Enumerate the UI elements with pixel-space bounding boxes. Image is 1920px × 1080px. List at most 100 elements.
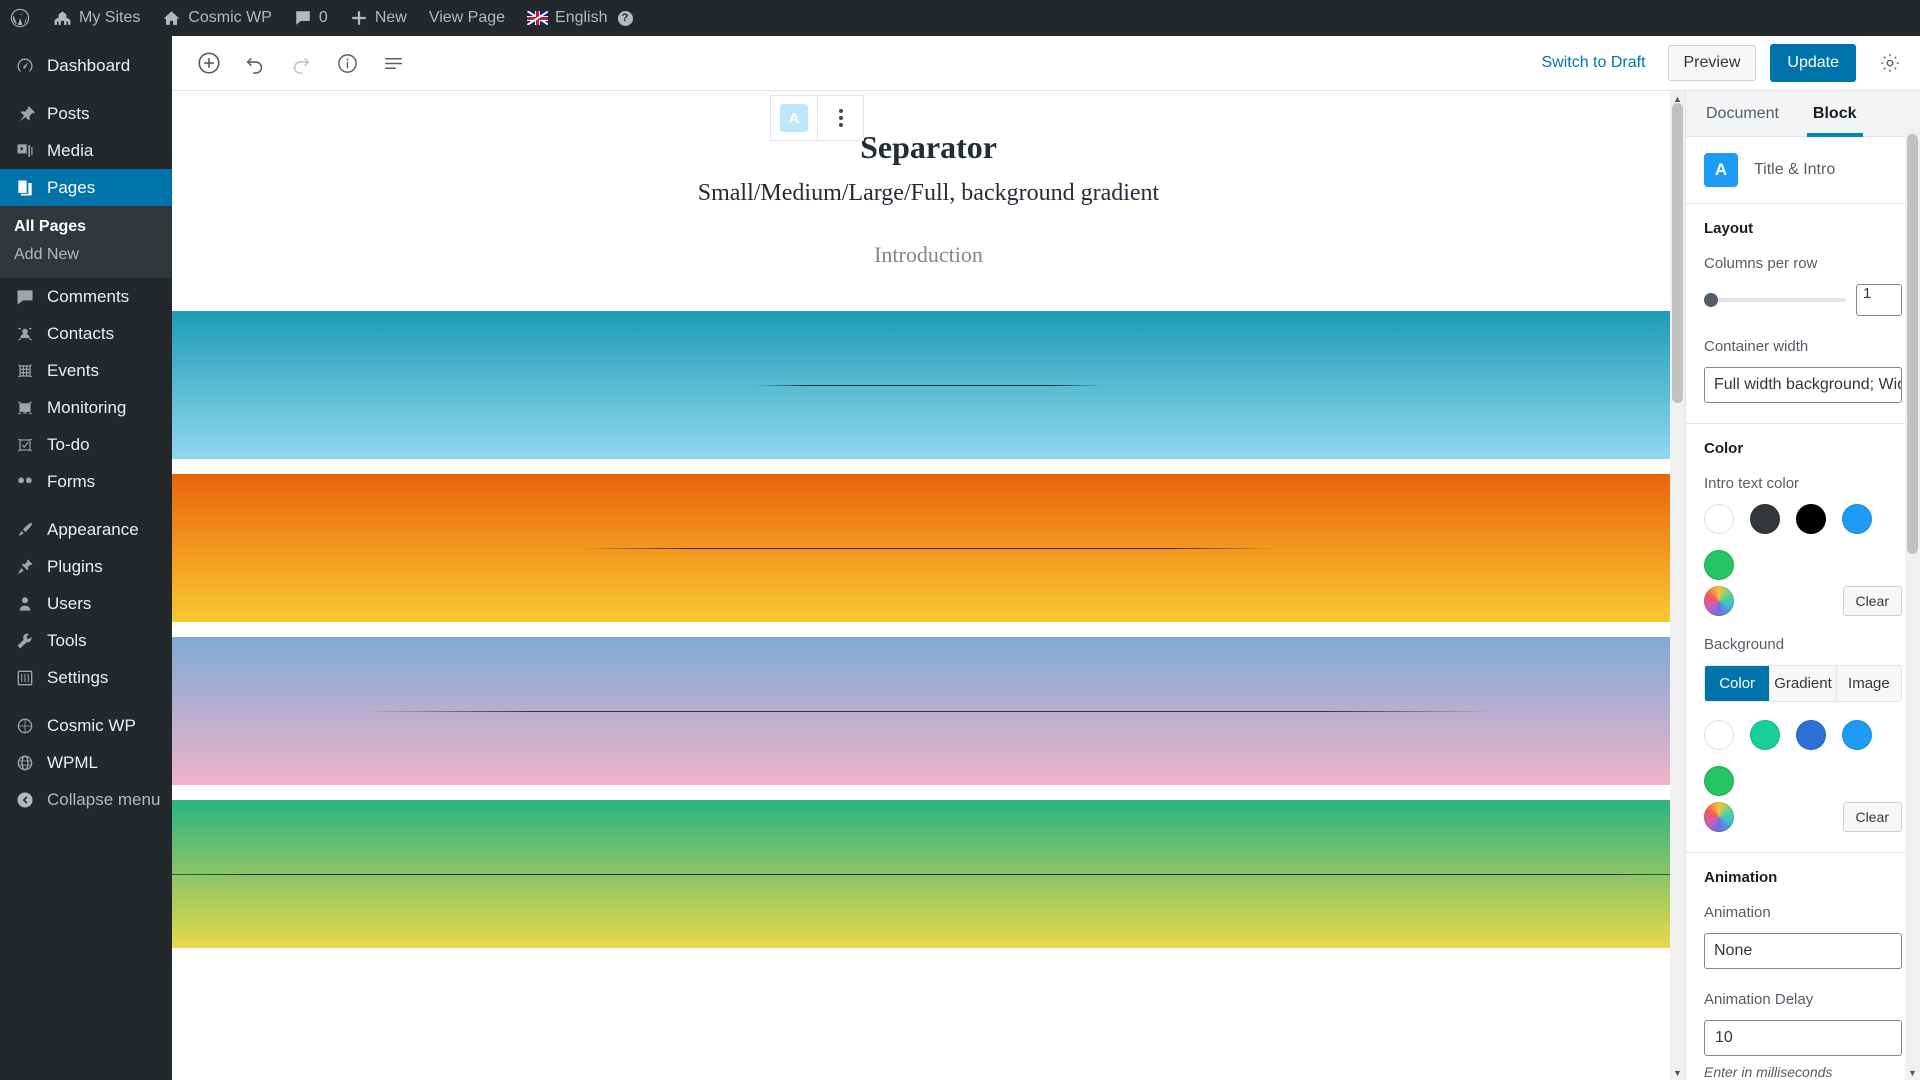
page-subtitle[interactable]: Small/Medium/Large/Full, background grad… — [172, 178, 1685, 209]
separator-block-medium[interactable] — [172, 474, 1685, 623]
settings-scrollbar[interactable]: ▲ ▼ — [1905, 128, 1920, 1080]
sidebar-item-tools[interactable]: Tools — [0, 622, 172, 659]
intro-color-swatch-0[interactable] — [1704, 504, 1734, 534]
bg-tab-image[interactable]: Image — [1836, 666, 1901, 701]
columns-per-row-control[interactable]: 1 — [1704, 284, 1902, 316]
panel-scroll-down-arrow-icon[interactable]: ▼ — [1905, 1065, 1920, 1080]
intro-clear-color-button[interactable]: Clear — [1842, 586, 1902, 616]
sidebar-label: Monitoring — [47, 397, 127, 417]
site-name-menu[interactable]: Cosmic WP — [151, 0, 283, 36]
switch-to-draft-link[interactable]: Switch to Draft — [1533, 48, 1653, 78]
settings-scrollbar-thumb[interactable] — [1907, 134, 1918, 554]
add-block-button[interactable] — [186, 40, 232, 86]
appearance-brush-icon — [14, 519, 36, 541]
help-icon[interactable]: ? — [617, 10, 633, 26]
redo-button[interactable] — [278, 40, 324, 86]
view-page-menu[interactable]: View Page — [418, 0, 516, 36]
media-icon — [14, 140, 36, 162]
canvas-scrollbar-thumb[interactable] — [1672, 103, 1683, 403]
tab-document[interactable]: Document — [1700, 91, 1785, 136]
settings-tabs: Document Block — [1686, 91, 1920, 137]
sidebar-item-contacts[interactable]: Contacts — [0, 315, 172, 352]
intro-color-swatch-4[interactable] — [1704, 550, 1734, 580]
background-color-swatch-2[interactable] — [1796, 720, 1826, 750]
animation-delay-input[interactable]: 10 — [1704, 1020, 1902, 1056]
sidebar-item-posts[interactable]: Posts — [0, 95, 172, 132]
sidebar-item-users[interactable]: Users — [0, 585, 172, 622]
preview-button[interactable]: Preview — [1667, 45, 1757, 81]
scroll-down-arrow-icon[interactable]: ▼ — [1670, 1065, 1685, 1080]
sidebar-item-comments[interactable]: Comments — [0, 278, 172, 315]
tab-block[interactable]: Block — [1806, 91, 1863, 137]
language-menu[interactable]: English ? — [516, 0, 643, 36]
block-type-button[interactable]: A — [771, 96, 817, 140]
new-label: New — [374, 9, 407, 26]
separator-line — [754, 384, 1050, 386]
columns-number-input[interactable]: 1 — [1856, 284, 1902, 316]
todo-icon — [14, 434, 36, 456]
undo-button[interactable] — [232, 40, 278, 86]
block-more-options-button[interactable] — [817, 96, 863, 140]
intro-color-swatch-2[interactable] — [1796, 504, 1826, 534]
sidebar-label: Pages — [47, 177, 96, 197]
background-custom-color-picker[interactable] — [1704, 802, 1734, 832]
submenu-item-all-pages[interactable]: All Pages — [0, 213, 172, 241]
dashboard-icon — [14, 55, 36, 77]
background-color-swatch-4[interactable] — [1704, 766, 1734, 796]
block-navigation-button[interactable] — [370, 40, 416, 86]
sidebar-item-media[interactable]: Media — [0, 132, 172, 169]
comments-bubble-menu[interactable]: 0 — [283, 0, 339, 36]
page-intro[interactable]: Introduction — [172, 242, 1685, 268]
sidebar-item-settings[interactable]: Settings — [0, 659, 172, 696]
sites-icon — [53, 9, 72, 28]
bg-tab-gradient[interactable]: Gradient — [1770, 666, 1837, 701]
sidebar-item-todo[interactable]: To-do — [0, 426, 172, 463]
sidebar-item-events[interactable]: Events — [0, 352, 172, 389]
separator-block-large[interactable] — [172, 637, 1685, 786]
page-title[interactable]: Separator — [172, 127, 1685, 167]
background-color-swatch-1[interactable] — [1750, 720, 1780, 750]
sidebar-item-plugins[interactable]: Plugins — [0, 548, 172, 585]
submenu-item-add-new[interactable]: Add New — [0, 241, 172, 269]
sidebar-item-forms[interactable]: Forms — [0, 463, 172, 500]
canvas-scrollbar[interactable]: ▲ ▼ — [1670, 91, 1685, 1080]
block-name-label: Title & Intro — [1754, 161, 1836, 178]
sidebar-item-appearance[interactable]: Appearance — [0, 511, 172, 548]
sidebar-item-pages[interactable]: Pages — [0, 169, 172, 206]
columns-slider[interactable] — [1704, 293, 1846, 307]
separator-block-full[interactable] — [172, 800, 1685, 949]
intro-color-swatch-1[interactable] — [1750, 504, 1780, 534]
content-structure-button[interactable] — [324, 40, 370, 86]
canvas-spacer — [172, 268, 1685, 311]
sidebar-label: Dashboard — [47, 55, 131, 75]
comment-bubble-icon — [294, 9, 312, 27]
columns-slider-knob[interactable] — [1704, 293, 1718, 307]
settings-gear-button[interactable] — [1870, 43, 1910, 83]
sidebar-item-monitoring[interactable]: Monitoring — [0, 389, 172, 426]
container-width-label: Container width — [1704, 338, 1809, 355]
sidebar-item-cosmic-wp[interactable]: Cosmic WP — [0, 707, 172, 744]
pages-submenu: All Pages Add New — [0, 206, 172, 278]
intro-color-swatch-3[interactable] — [1842, 504, 1872, 534]
new-content-menu[interactable]: New — [339, 0, 418, 36]
sidebar-item-wpml[interactable]: WPML — [0, 744, 172, 781]
sidebar-top-spacer — [0, 36, 172, 47]
animation-select[interactable]: None — [1704, 933, 1902, 969]
background-color-swatch-3[interactable] — [1842, 720, 1872, 750]
plugins-plug-icon — [14, 556, 36, 578]
separator-block-small[interactable] — [172, 311, 1685, 460]
sidebar-item-dashboard[interactable]: Dashboard — [0, 47, 172, 84]
sidebar-item-collapse-menu[interactable]: Collapse menu — [0, 781, 172, 818]
my-sites-menu[interactable]: My Sites — [42, 0, 151, 36]
update-button[interactable]: Update — [1770, 44, 1856, 82]
intro-text-color-swatches — [1704, 504, 1902, 580]
sidebar-label: Tools — [47, 630, 87, 650]
bg-tab-color[interactable]: Color — [1705, 666, 1771, 701]
container-width-select[interactable]: Full width background; Wide content — [1704, 367, 1902, 403]
background-clear-color-button[interactable]: Clear — [1842, 802, 1902, 832]
intro-custom-color-picker[interactable] — [1704, 586, 1734, 616]
background-color-swatch-0[interactable] — [1704, 720, 1734, 750]
sidebar-divider-3 — [0, 696, 172, 707]
title-intro-block[interactable]: Separator Small/Medium/Large/Full, backg… — [172, 91, 1685, 268]
wordpress-logo-menu[interactable] — [0, 0, 42, 36]
